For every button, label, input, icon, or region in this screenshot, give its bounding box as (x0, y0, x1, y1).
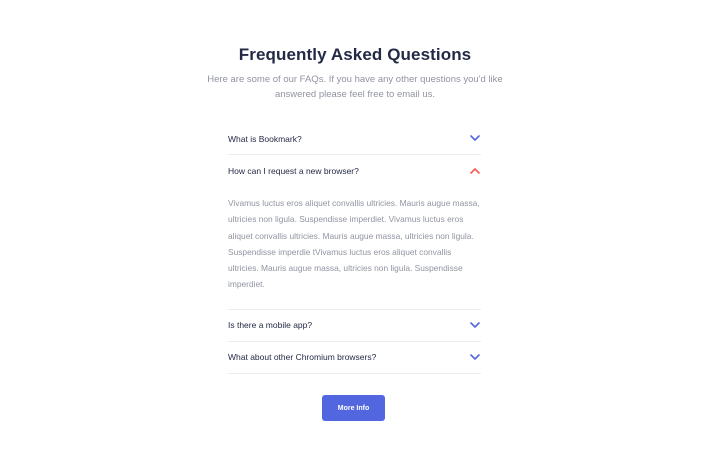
faq-question-text: Is there a mobile app? (228, 320, 313, 331)
faq-answer-new-browser: Vivamus luctus eros aliquet convallis ul… (228, 198, 480, 290)
page-title: Frequently Asked Questions (238, 45, 472, 64)
faq-question-text: What is Bookmark? (228, 133, 302, 144)
faq-question-bookmark[interactable]: What is Bookmark? (228, 123, 481, 154)
faq-question-text: What about other Chromium browsers? (228, 352, 377, 363)
faq-item-chromium: What about other Chromium browsers? (228, 342, 481, 374)
faq-question-chromium[interactable]: What about other Chromium browsers? (228, 342, 481, 373)
chevron-up-icon[interactable] (469, 165, 480, 176)
chevron-down-icon[interactable] (469, 133, 480, 144)
faq-section: Frequently Asked Questions Here are some… (0, 0, 710, 459)
chevron-down-icon[interactable] (469, 352, 480, 363)
faq-item-bookmark: What is Bookmark? (228, 123, 481, 155)
faq-question-mobile-app[interactable]: Is there a mobile app? (228, 310, 481, 341)
faq-subtitle: Here are some of our FAQs. If you have a… (207, 74, 503, 100)
faq-list: What is Bookmark? How can I request a ne… (228, 123, 481, 374)
faq-item-mobile-app: Is there a mobile app? (228, 310, 481, 342)
chevron-down-icon[interactable] (469, 320, 480, 331)
faq-item-new-browser: How can I request a new browser? Vivamus… (228, 155, 481, 310)
faq-question-text: How can I request a new browser? (228, 165, 359, 176)
more-info-button[interactable]: More Info (322, 395, 385, 421)
faq-question-new-browser[interactable]: How can I request a new browser? (228, 155, 481, 186)
